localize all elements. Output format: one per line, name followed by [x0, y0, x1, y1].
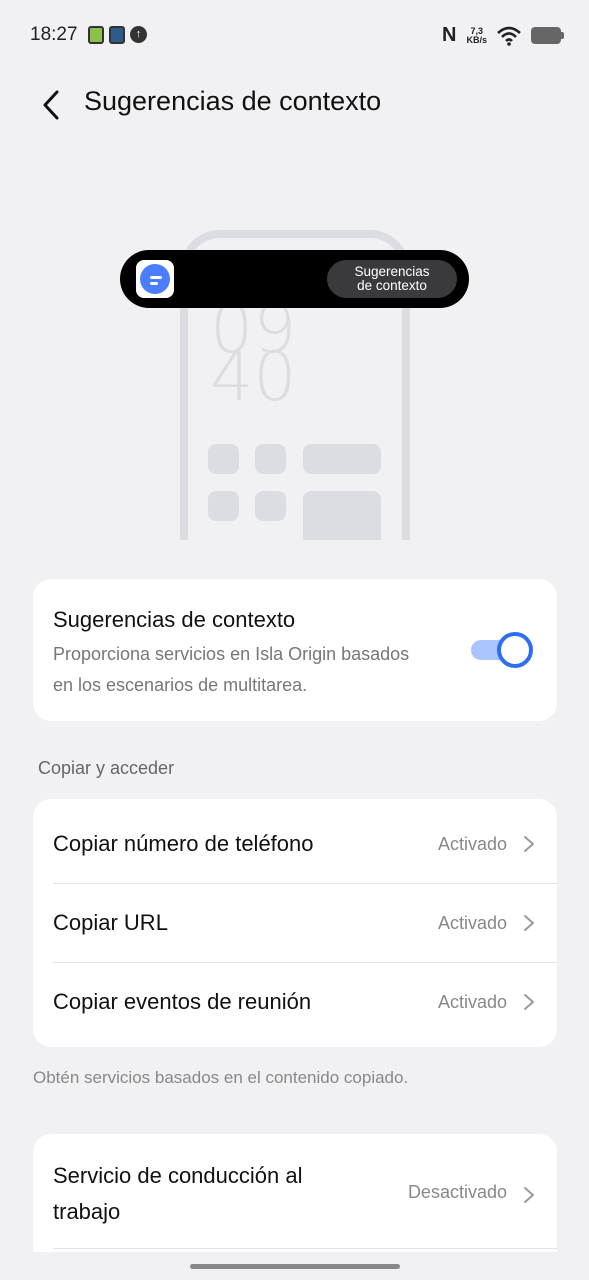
nfc-icon: N [442, 24, 457, 46]
status-time: 18:27 [30, 24, 78, 45]
status-bar: 18:27 ↑ N 7,3 KB/s [0, 0, 589, 72]
placeholder-tile [208, 444, 239, 474]
chevron-right-icon [524, 1187, 534, 1203]
suggestion-app-icon [136, 260, 174, 298]
app-icon [109, 26, 125, 44]
placeholder-tile [255, 444, 286, 474]
notification-icons: ↑ [88, 26, 147, 44]
placeholder-tile [303, 491, 381, 540]
placeholder-tile [255, 491, 286, 521]
list-item-copy-url[interactable]: Copiar URL Activado [33, 884, 557, 962]
chevron-right-icon [524, 836, 534, 852]
page-title: Sugerencias de contexto [84, 86, 382, 116]
context-suggestions-toggle[interactable] [471, 632, 533, 668]
list-item-commute-service[interactable]: Servicio de conducción al trabajo Desact… [33, 1134, 557, 1248]
section-label: Copiar y acceder [38, 758, 175, 778]
island-chip: Sugerencias de contexto [327, 260, 457, 298]
list-item-value: Activado [437, 992, 507, 1012]
feature-illustration: 09 40 Sugerencias de contexto [0, 220, 589, 540]
section-footnote: Obtén servicios basados en el contenido … [33, 1068, 409, 1087]
list-item-value: Activado [437, 913, 507, 933]
home-indicator[interactable] [190, 1264, 400, 1269]
wifi-icon [497, 26, 521, 46]
divider [53, 1248, 557, 1249]
speed-unit: KB/s [466, 34, 487, 45]
list-item-copy-meetings[interactable]: Copiar eventos de reunión Activado [33, 963, 557, 1041]
chevron-left-icon[interactable] [38, 88, 64, 122]
list-item-copy-phone[interactable]: Copiar número de teléfono Activado [33, 805, 557, 883]
list-item-value: Activado [437, 834, 507, 854]
list-item-label: Copiar número de teléfono [53, 831, 314, 856]
copy-settings-list: Copiar número de teléfono Activado Copia… [33, 799, 557, 1047]
gallery-icon [88, 26, 104, 44]
placeholder-tile [208, 491, 239, 521]
clock-digits-bottom: 40 [210, 338, 297, 417]
list-item-value: Desactivado [407, 1182, 507, 1202]
chevron-right-icon [524, 994, 534, 1010]
system-icons: N 7,3 KB/s [442, 24, 564, 47]
main-toggle-title: Sugerencias de contexto [53, 607, 296, 632]
chip-line-1: Sugerencias [354, 264, 430, 279]
main-toggle-card: Sugerencias de contexto Proporciona serv… [33, 579, 557, 721]
list-item-label: Copiar eventos de reunión [53, 989, 312, 1014]
chevron-right-icon [524, 915, 534, 931]
chip-line-2: de contexto [357, 278, 427, 293]
placeholder-tile [303, 444, 381, 474]
list-item-label: Servicio de conducción al trabajo [53, 1163, 303, 1224]
network-speed: 7,3 KB/s [466, 26, 487, 45]
main-toggle-description: Proporciona servicios en Isla Origin bas… [53, 644, 410, 695]
battery-icon [531, 27, 564, 44]
dynamic-island: Sugerencias de contexto [120, 250, 469, 308]
upload-icon: ↑ [130, 26, 147, 43]
header: Sugerencias de contexto [0, 72, 589, 136]
list-item-label: Copiar URL [53, 910, 168, 935]
